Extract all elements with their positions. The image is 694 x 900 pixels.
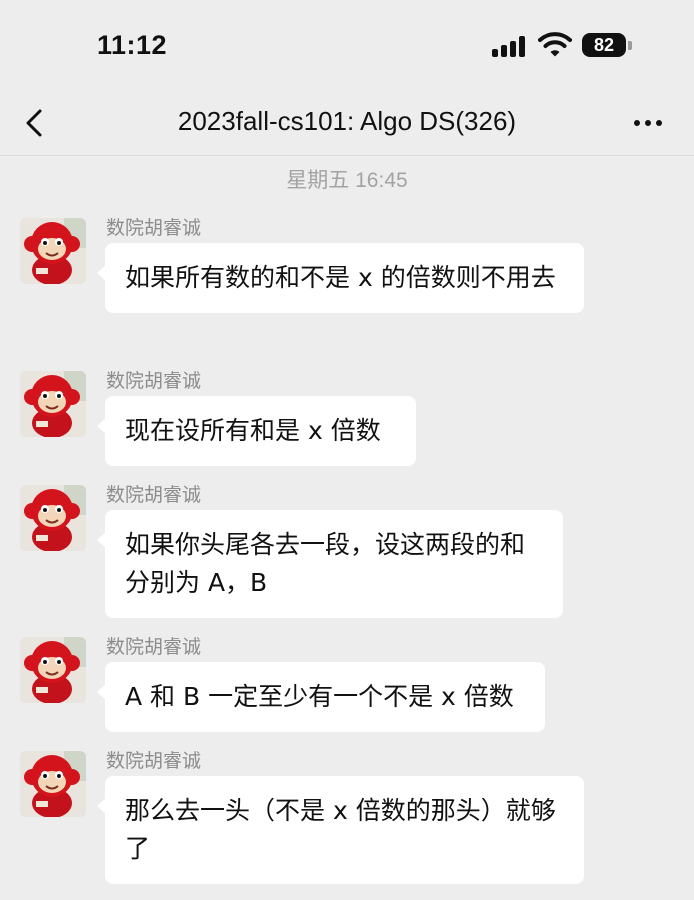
message-bubble[interactable]: 如果你头尾各去一段，设这两段的和分别为 A，B <box>97 510 563 618</box>
sender-name: 数院胡睿诚 <box>106 484 202 506</box>
more-icon[interactable] <box>630 118 666 128</box>
chat-header: 2023fall-cs101: Algo DS(326) <box>0 90 694 156</box>
battery-level: 82 <box>593 35 615 55</box>
message-bubble[interactable]: 如果所有数的和不是 x 的倍数则不用去 <box>97 243 584 313</box>
avatar[interactable] <box>20 218 86 284</box>
avatar[interactable] <box>20 751 86 817</box>
message-bubble[interactable]: 那么去一头（不是 x 倍数的那头）就够了 <box>97 776 584 884</box>
message-row: 数院胡睿诚 那么去一头（不是 x 倍数的那头）就够了 <box>0 746 694 884</box>
message-row: 数院胡睿诚 如果所有数的和不是 x 的倍数则不用去 <box>0 213 694 345</box>
message-text: 现在设所有和是 x 倍数 <box>125 416 381 445</box>
monkey-avatar-image <box>20 371 86 437</box>
monkey-avatar-image <box>20 218 86 284</box>
message-text: 如果所有数的和不是 x 的倍数则不用去 <box>125 263 556 292</box>
avatar[interactable] <box>20 485 86 551</box>
message-bubble[interactable]: 现在设所有和是 x 倍数 <box>97 396 416 466</box>
message-text: 那么去一头（不是 x 倍数的那头）就够了 <box>125 796 556 863</box>
sender-name: 数院胡睿诚 <box>106 636 202 658</box>
status-bar: 11:12 82 <box>0 0 694 90</box>
message-text: A 和 B 一定至少有一个不是 x 倍数 <box>125 682 514 711</box>
battery-icon: 82 <box>582 33 626 57</box>
signal-icon <box>492 35 530 57</box>
avatar[interactable] <box>20 371 86 437</box>
wifi-icon <box>538 32 572 57</box>
battery-nub <box>628 41 632 50</box>
chat-title: 2023fall-cs101: Algo DS(326) <box>177 106 517 136</box>
sender-name: 数院胡睿诚 <box>106 750 202 772</box>
monkey-avatar-image <box>20 637 86 703</box>
message-row: 数院胡睿诚 A 和 B 一定至少有一个不是 x 倍数 <box>0 632 694 732</box>
monkey-avatar-image <box>20 485 86 551</box>
message-row: 数院胡睿诚 现在设所有和是 x 倍数 <box>0 366 694 466</box>
monkey-avatar-image <box>20 751 86 817</box>
message-row: 数院胡睿诚 如果你头尾各去一段，设这两段的和分别为 A，B <box>0 480 694 618</box>
message-timestamp: 星期五 16:45 <box>286 169 408 192</box>
avatar[interactable] <box>20 637 86 703</box>
sender-name: 数院胡睿诚 <box>106 370 202 392</box>
sender-name: 数院胡睿诚 <box>106 217 202 239</box>
status-time: 11:12 <box>97 30 168 60</box>
message-bubble[interactable]: A 和 B 一定至少有一个不是 x 倍数 <box>97 662 545 732</box>
message-text: 如果你头尾各去一段，设这两段的和分别为 A，B <box>125 530 526 597</box>
